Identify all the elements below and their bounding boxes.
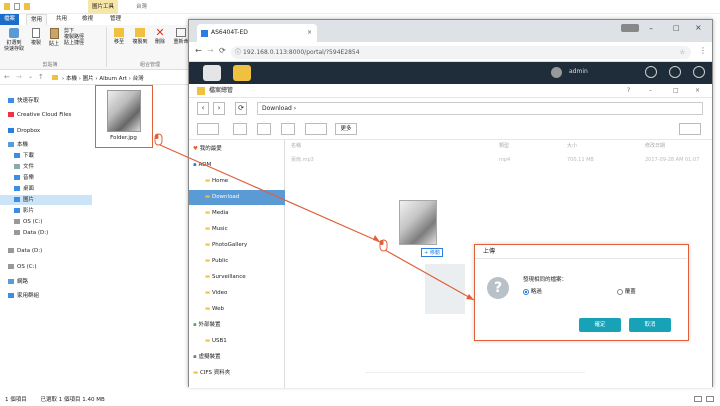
drag-arrow-line [159, 144, 381, 243]
arrowhead-icon [466, 294, 474, 300]
mouse-icon [154, 133, 163, 146]
annotation-arrows [154, 133, 475, 301]
arrowhead-icon [373, 235, 380, 242]
mouse-icon [379, 239, 388, 252]
dialog-arrow-line [384, 249, 475, 301]
